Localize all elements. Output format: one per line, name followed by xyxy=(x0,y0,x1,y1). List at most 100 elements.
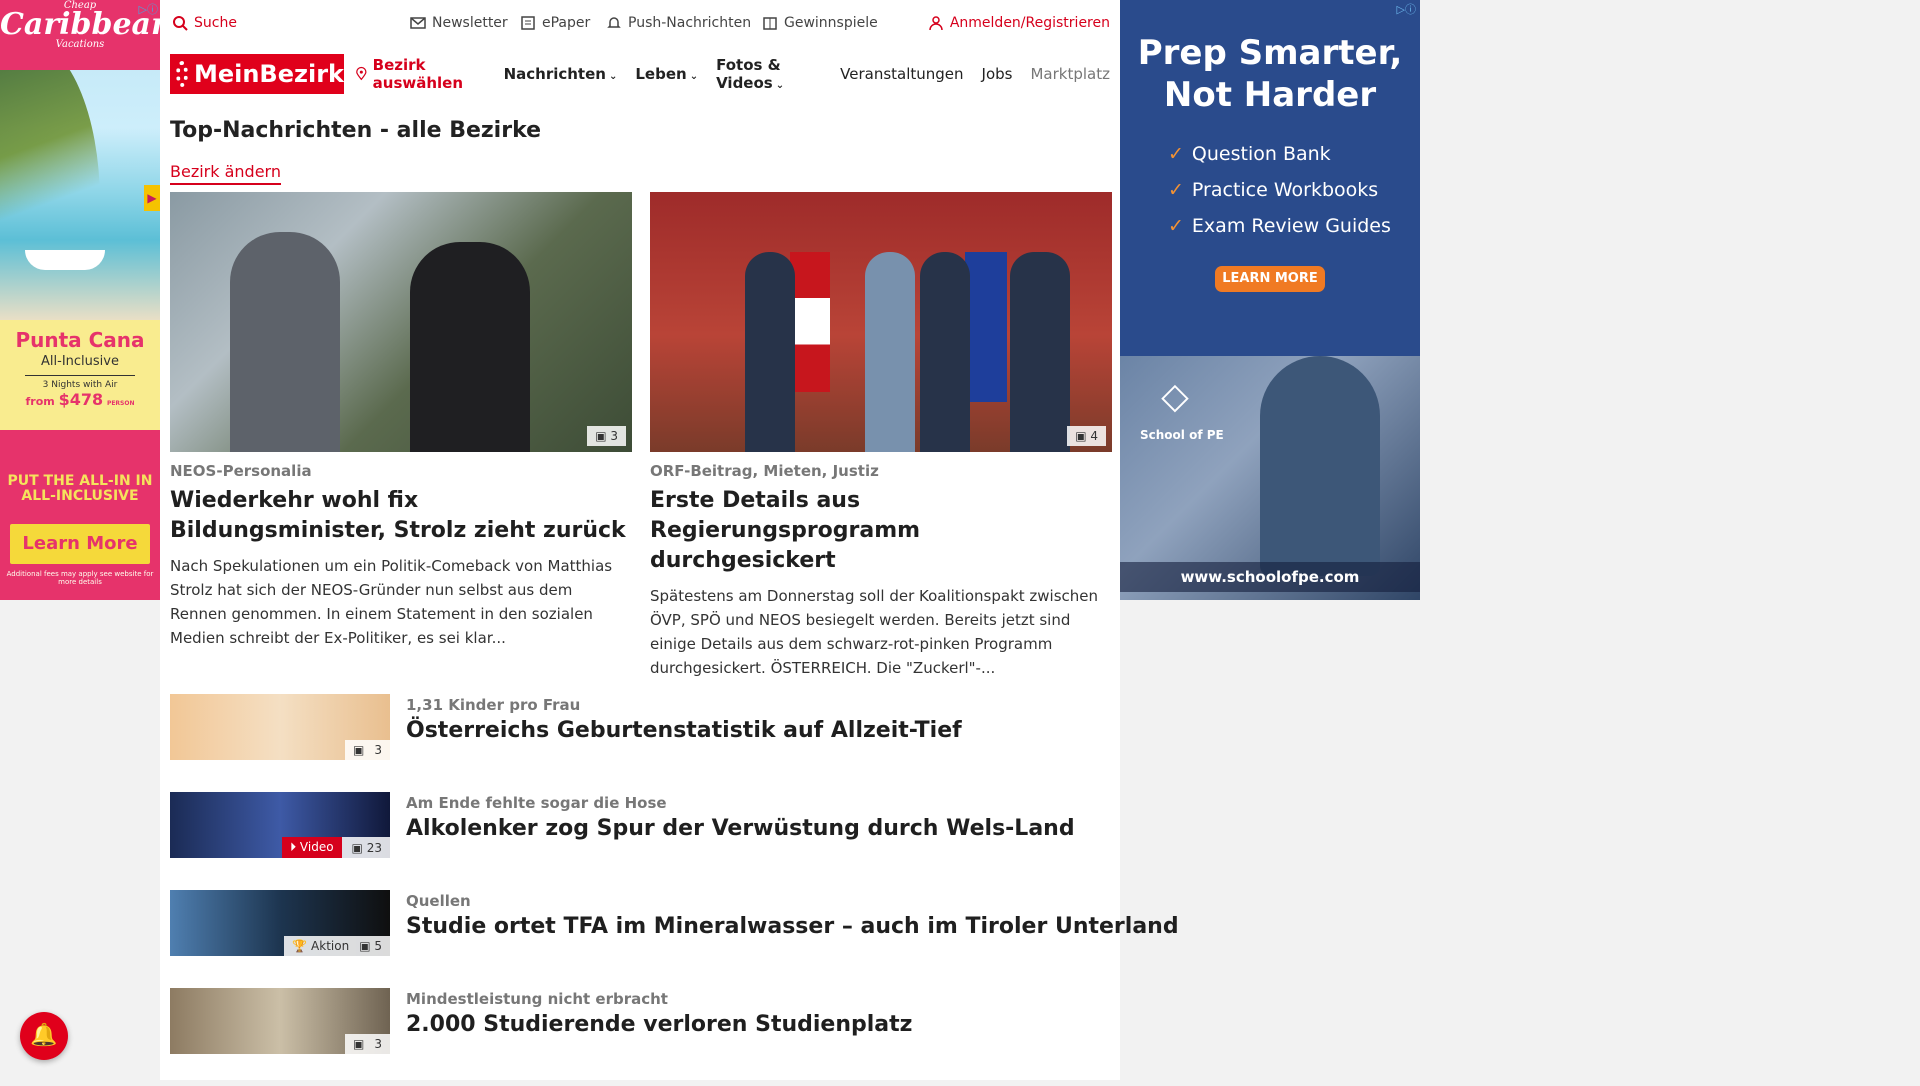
ad-feature-item: ✓ Question Bank xyxy=(1168,136,1420,172)
ad-choices-icon[interactable]: ▷ⓘ xyxy=(1397,1,1416,17)
gewinnspiele-link[interactable]: Gewinnspiele xyxy=(762,15,878,31)
article-teaser: Nach Spekulationen um ein Politik-Comeba… xyxy=(170,557,613,647)
article-headline[interactable]: Erste Details aus Regierungsprogramm dur… xyxy=(650,486,1112,576)
epaper-label: ePaper xyxy=(542,15,591,31)
ad-fees-note: Additional fees may apply see website fo… xyxy=(6,570,154,586)
nav-veranstaltungen[interactable]: Veranstaltungen xyxy=(840,65,963,83)
epaper-link[interactable]: ePaper xyxy=(520,15,590,31)
article-kicker: Am Ende fehlte sogar die Hose xyxy=(406,794,667,812)
nav-nachrichten[interactable]: Nachrichten ⌄ xyxy=(504,65,618,83)
ad-choices-icon[interactable]: ▷ⓘ xyxy=(139,1,158,17)
article-list: ▣ 3 1,31 Kinder pro Frau Österreichs Gebu… xyxy=(170,694,1179,1086)
gallery-icon: ▣ xyxy=(1075,429,1087,443)
brand-burst-icon xyxy=(176,61,188,87)
list-item[interactable]: ▣ 3 Mindestleistung nicht erbracht 2.000 … xyxy=(170,988,1110,1086)
article-kicker: Mindestleistung nicht erbracht xyxy=(406,990,668,1008)
push-notifications-link[interactable]: Push-Nachrichten xyxy=(606,15,751,31)
left-banner-ad[interactable]: Cheap Caribbean Vacations ▷ⓘ ▶ Punta Can… xyxy=(0,0,160,600)
person-figure xyxy=(230,232,340,452)
gallery-icon: ▣ xyxy=(353,743,365,757)
school-logo-icon: ◇ xyxy=(1161,376,1189,417)
person-figure xyxy=(865,252,915,452)
checkmark-icon: ✓ xyxy=(1168,215,1184,237)
list-item[interactable]: ⏵ Video ▣ 23 Am Ende fehlte sogar die Ho… xyxy=(170,792,1110,890)
ad-learn-more-button[interactable]: Learn More xyxy=(10,524,150,564)
ad-next-arrow-icon[interactable]: ▶ xyxy=(144,185,160,211)
trophy-icon: 🏆 xyxy=(292,939,308,953)
newsletter-link[interactable]: Newsletter xyxy=(410,15,508,31)
search-link[interactable]: Suche xyxy=(172,15,237,31)
nav-marktplatz[interactable]: Marktplatz xyxy=(1030,65,1110,83)
article-teaser: Spätestens am Donnerstag soll der Koalit… xyxy=(650,587,1099,677)
gift-icon xyxy=(763,17,777,30)
article-headline[interactable]: Alkolenker zog Spur der Verwüstung durch… xyxy=(406,816,1075,841)
main-column: Suche Newsletter ePaper Push-Nachrichten… xyxy=(160,0,1179,1080)
person-figure xyxy=(745,252,795,452)
main-navigation: MeinBezirk Bezirk auswählen Nachrichten ⌄… xyxy=(170,54,1110,94)
ad-logo-line2: Caribbean xyxy=(0,7,160,42)
article-headline[interactable]: Wiederkehr wohl fix Bildungsminister, St… xyxy=(170,486,632,546)
nav-fotos-videos-label: Fotos & Videos xyxy=(716,56,781,92)
nav-nachrichten-label: Nachrichten xyxy=(503,65,606,83)
ad-headline: Prep Smarter, Not Harder xyxy=(1137,33,1403,115)
article-card[interactable]: ▣ 4 ORF-Beitrag, Mieten, Justiz Erste De… xyxy=(650,192,1112,680)
top-utility-bar: Suche Newsletter ePaper Push-Nachrichten… xyxy=(160,0,1120,46)
photo-count-badge: ▣ 23 xyxy=(352,838,390,858)
article-thumbnail[interactable]: ⏵ Video ▣ 23 xyxy=(170,792,390,858)
ad-logo: Cheap Caribbean Vacations xyxy=(0,0,160,70)
ad-price: from $478 PERSON xyxy=(0,390,160,409)
ad-divider xyxy=(25,375,135,376)
ad-person-image xyxy=(1260,356,1380,576)
photo-count-badge: ▣ 5 xyxy=(359,939,382,953)
media-badge: ⏵ Video ▣ 23 xyxy=(282,837,390,858)
chevron-down-icon: ⌄ xyxy=(608,71,618,82)
right-banner-ad[interactable]: ▷ⓘ Prep Smarter, Not Harder ✓ Question Ba… xyxy=(1120,0,1420,600)
article-headline[interactable]: Österreichs Geburtenstatistik auf Allzei… xyxy=(406,718,962,743)
article-headline[interactable]: 2.000 Studierende verloren Studienplatz xyxy=(406,1012,912,1037)
article-image[interactable]: ▣ 4 xyxy=(650,192,1112,452)
nav-jobs[interactable]: Jobs xyxy=(982,65,1013,83)
ad-feature-item: ✓ Exam Review Guides xyxy=(1168,208,1420,244)
ad-cta-area: PUT THE ALL-IN IN ALL-INCLUSIVE Learn Mo… xyxy=(0,430,160,600)
article-card[interactable]: ▣ 3 NEOS-Personalia Wiederkehr wohl fix … xyxy=(170,192,632,650)
search-label: Suche xyxy=(194,15,237,31)
ad-feature-list: ✓ Question Bank ✓ Practice Workbooks ✓ Exam… xyxy=(1168,136,1420,244)
photo-count: 4 xyxy=(1090,429,1098,443)
login-link[interactable]: Anmelden/Registrieren xyxy=(928,15,1110,31)
ad-offer: Punta Cana All-Inclusive 3 Nights with A… xyxy=(0,320,160,430)
ad-feature-label: Practice Workbooks xyxy=(1191,179,1379,201)
notification-bell-button[interactable]: 🔔 xyxy=(20,1012,68,1060)
article-thumbnail[interactable]: ▣ 3 xyxy=(170,694,390,760)
nav-leben[interactable]: Leben ⌄ xyxy=(635,65,698,83)
article-thumbnail[interactable]: ▣ 3 xyxy=(170,988,390,1054)
ad-url[interactable]: www.schoolofpe.com xyxy=(1120,562,1420,592)
aktion-label: Aktion xyxy=(311,939,350,953)
nav-leben-label: Leben xyxy=(635,65,687,83)
change-district-link[interactable]: Bezirk ändern xyxy=(170,162,281,185)
article-kicker: ORF-Beitrag, Mieten, Justiz xyxy=(650,462,879,480)
photo-count-badge: ▣ 3 xyxy=(345,1034,390,1054)
ad-learn-more-button[interactable]: LEARN MORE xyxy=(1215,266,1325,292)
photo-count: 3 xyxy=(610,429,618,443)
article-image[interactable]: ▣ 3 xyxy=(170,192,632,452)
ad-feature-item: ✓ Practice Workbooks xyxy=(1168,172,1420,208)
nav-fotos-videos[interactable]: Fotos & Videos ⌄ xyxy=(716,56,822,92)
login-label: Anmelden/Registrieren xyxy=(949,15,1110,31)
district-selector[interactable]: Bezirk auswählen xyxy=(356,56,486,92)
ad-feature-label: Exam Review Guides xyxy=(1191,215,1391,237)
media-badge: 🏆 Aktion ▣ 5 xyxy=(284,936,390,956)
list-item[interactable]: ▣ 3 1,31 Kinder pro Frau Österreichs Gebu… xyxy=(170,694,1110,792)
article-thumbnail[interactable]: 🏆 Aktion ▣ 5 xyxy=(170,890,390,956)
newspaper-icon xyxy=(521,16,535,30)
video-label: Video xyxy=(299,840,334,854)
brand-logo[interactable]: MeinBezirk xyxy=(170,54,344,94)
gewinnspiele-label: Gewinnspiele xyxy=(784,15,878,31)
list-item[interactable]: 🏆 Aktion ▣ 5 Quellen Studie ortet TFA im… xyxy=(170,890,1179,988)
photo-count-badge: ▣ 3 xyxy=(345,740,390,760)
search-icon xyxy=(173,16,188,31)
gallery-icon: ▣ xyxy=(353,1037,365,1051)
article-kicker: 1,31 Kinder pro Frau xyxy=(406,696,581,714)
article-headline[interactable]: Studie ortet TFA im Mineralwasser – auch… xyxy=(406,914,1179,939)
photo-count-badge: ▣ 4 xyxy=(1067,426,1106,446)
article-kicker: NEOS-Personalia xyxy=(170,462,312,480)
